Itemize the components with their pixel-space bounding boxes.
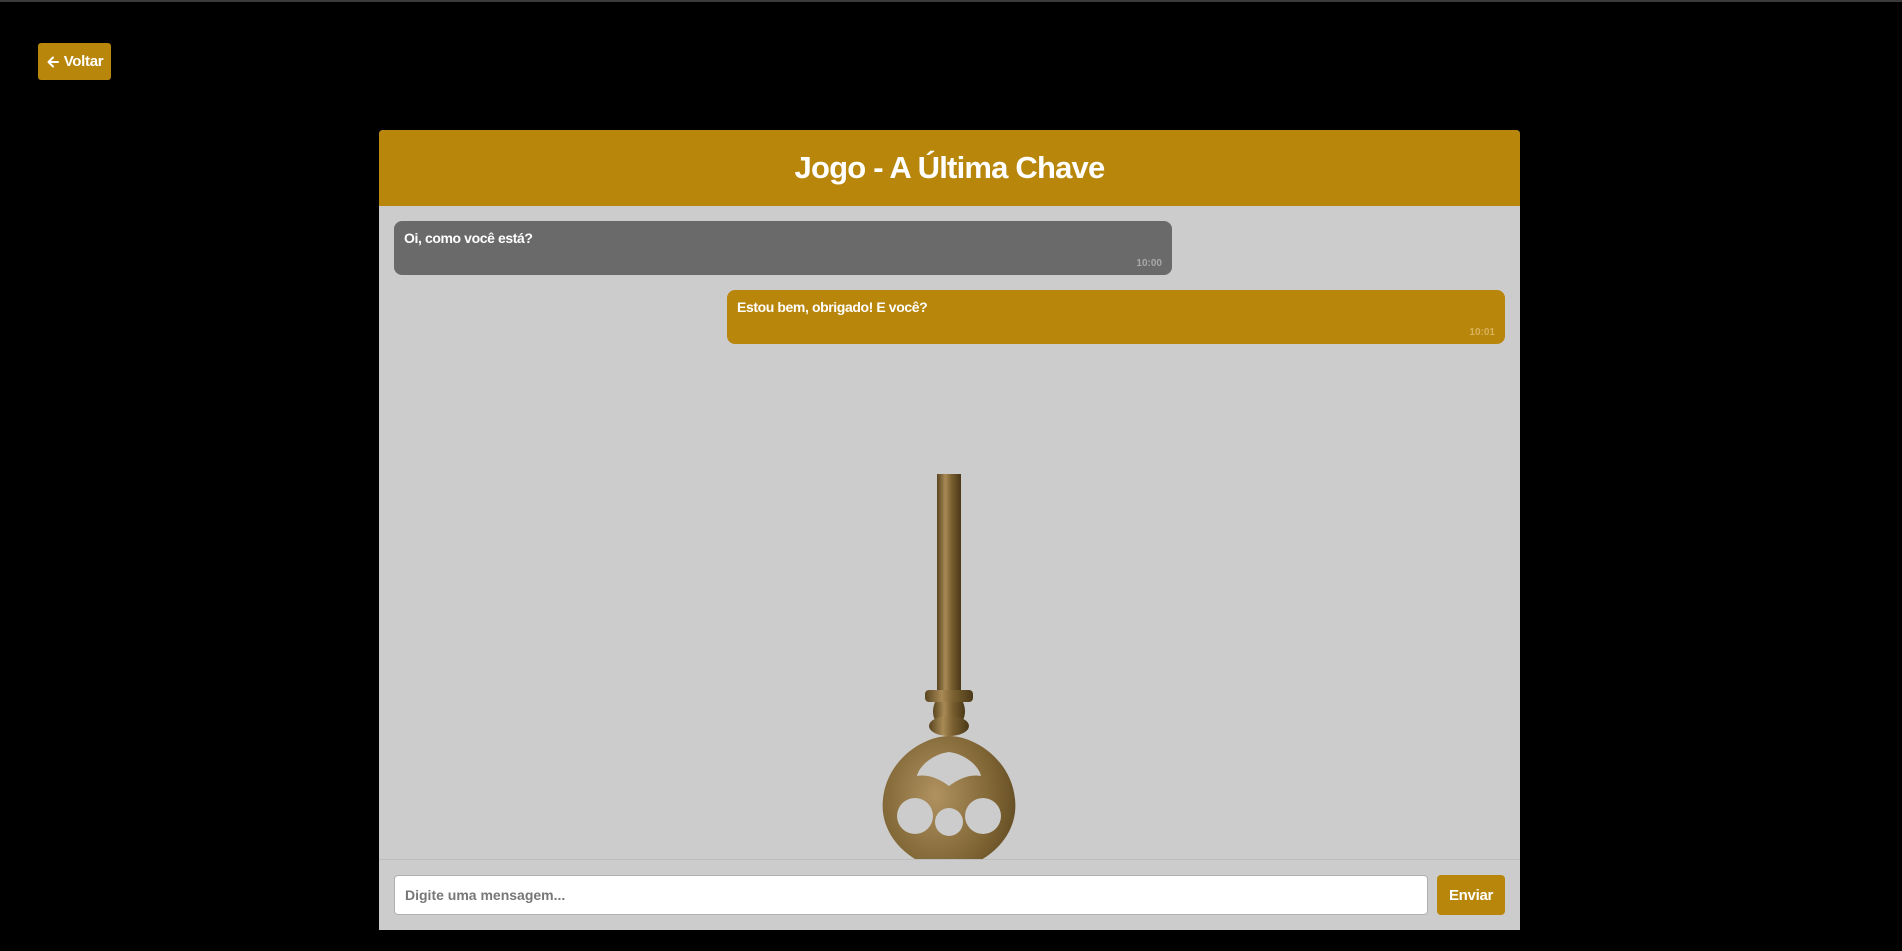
message-text: Estou bem, obrigado! E você? <box>737 299 928 315</box>
message-time: 10:01 <box>1469 327 1495 338</box>
back-button[interactable]: Voltar <box>38 43 111 80</box>
message-sent: Estou bem, obrigado! E você? 10:01 <box>727 290 1505 344</box>
chat-header: Jogo - A Última Chave <box>379 130 1520 206</box>
message-received: Oi, como você está? 10:00 <box>394 221 1172 275</box>
key-illustration <box>882 474 1016 906</box>
chat-input-bar: Enviar <box>379 859 1520 930</box>
message-time: 10:00 <box>1136 258 1162 269</box>
arrow-left-icon <box>47 56 59 67</box>
message-text: Oi, como você está? <box>404 230 533 246</box>
chat-window: Jogo - A Última Chave Oi, como você está… <box>379 130 1520 930</box>
chat-messages[interactable]: Oi, como você está? 10:00 Estou bem, obr… <box>379 206 1520 906</box>
back-button-label: Voltar <box>63 53 104 70</box>
chat-title: Jogo - A Última Chave <box>794 150 1106 185</box>
send-button[interactable]: Enviar <box>1437 875 1505 915</box>
message-input[interactable] <box>394 875 1428 915</box>
top-border <box>0 0 1902 2</box>
